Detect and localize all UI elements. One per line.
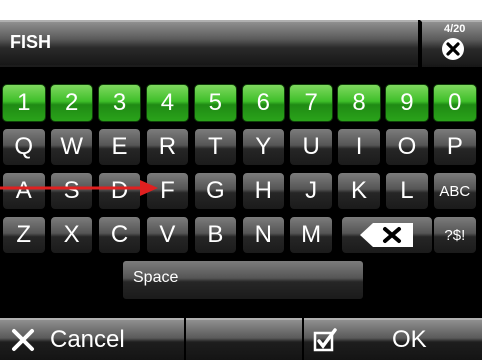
- key-v[interactable]: V: [145, 216, 190, 254]
- key-r[interactable]: R: [145, 128, 190, 166]
- key-m[interactable]: M: [289, 216, 333, 254]
- clear-button[interactable]: 4/20: [420, 20, 482, 67]
- footer-blank-button: [186, 318, 302, 360]
- text-input-field[interactable]: FISH: [0, 20, 418, 67]
- key-i[interactable]: I: [337, 128, 381, 166]
- key-u[interactable]: U: [289, 128, 333, 166]
- key-k[interactable]: K: [337, 172, 381, 210]
- symbols-key[interactable]: ?$!: [433, 216, 477, 254]
- key-8[interactable]: 8: [337, 84, 381, 122]
- key-7[interactable]: 7: [289, 84, 333, 122]
- key-h[interactable]: H: [241, 172, 285, 210]
- key-2[interactable]: 2: [49, 84, 94, 122]
- annotation-arrow: [0, 180, 158, 196]
- key-abc-case[interactable]: ABC: [433, 172, 477, 210]
- key-6[interactable]: 6: [241, 84, 285, 122]
- checkbox-check-icon: [313, 328, 337, 352]
- key-l[interactable]: L: [385, 172, 429, 210]
- key-p[interactable]: P: [433, 128, 477, 166]
- clear-circle-x-icon: [442, 38, 464, 60]
- key-9[interactable]: 9: [385, 84, 429, 122]
- key-b[interactable]: B: [193, 216, 238, 254]
- ok-button[interactable]: OK: [304, 318, 482, 360]
- key-3[interactable]: 3: [97, 84, 142, 122]
- key-g[interactable]: G: [193, 172, 238, 210]
- key-z[interactable]: Z: [2, 216, 46, 254]
- char-counter: 4/20: [444, 23, 466, 35]
- cancel-button[interactable]: Cancel: [0, 318, 184, 360]
- key-y[interactable]: Y: [241, 128, 285, 166]
- key-n[interactable]: N: [241, 216, 285, 254]
- key-1[interactable]: 1: [2, 84, 46, 122]
- key-t[interactable]: T: [193, 128, 238, 166]
- key-c[interactable]: C: [97, 216, 142, 254]
- space-key[interactable]: Space: [122, 260, 364, 300]
- key-4[interactable]: 4: [145, 84, 190, 122]
- input-value: FISH: [10, 32, 52, 52]
- key-j[interactable]: J: [289, 172, 333, 210]
- x-icon: [12, 329, 34, 351]
- key-w[interactable]: W: [49, 128, 94, 166]
- top-margin: [0, 0, 482, 20]
- key-5[interactable]: 5: [193, 84, 238, 122]
- key-q[interactable]: Q: [2, 128, 46, 166]
- key-x[interactable]: X: [49, 216, 94, 254]
- backspace-icon: [360, 223, 414, 247]
- backspace-key[interactable]: [341, 216, 434, 254]
- key-e[interactable]: E: [97, 128, 142, 166]
- ok-label: OK: [392, 326, 427, 353]
- key-o[interactable]: O: [385, 128, 429, 166]
- cancel-label: Cancel: [50, 326, 125, 353]
- key-0[interactable]: 0: [433, 84, 477, 122]
